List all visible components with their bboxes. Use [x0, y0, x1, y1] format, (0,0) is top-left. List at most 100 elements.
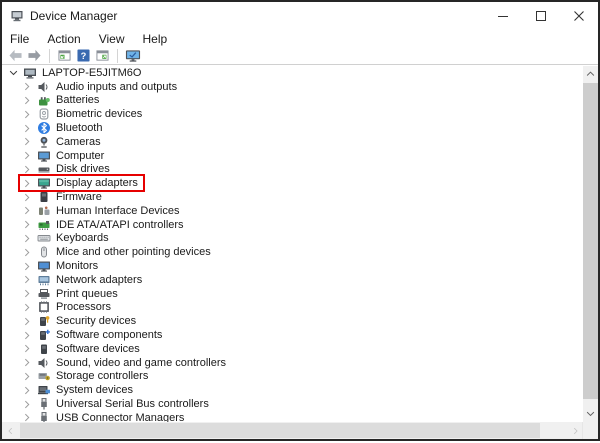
menu-help[interactable]: Help — [134, 32, 177, 46]
tree-item[interactable]: Processors — [2, 301, 583, 315]
properties-button[interactable] — [93, 48, 112, 64]
show-console-tree-button[interactable] — [55, 48, 74, 64]
tree-item[interactable]: Keyboards — [2, 232, 583, 246]
tree-item-label: Sound, video and game controllers — [56, 357, 226, 369]
chevron-right-icon[interactable] — [22, 110, 32, 119]
chevron-right-icon[interactable] — [22, 372, 32, 381]
tree-item[interactable]: Display adapters — [2, 176, 583, 190]
chevron-right-icon[interactable] — [22, 248, 32, 257]
tree-item[interactable]: Storage controllers — [2, 370, 583, 384]
menu-action[interactable]: Action — [38, 32, 89, 46]
tree-item-content[interactable]: Universal Serial Bus controllers — [20, 397, 214, 411]
tree-item[interactable]: Computer — [2, 149, 583, 163]
chevron-right-icon[interactable] — [22, 413, 32, 422]
chevron-right-icon[interactable] — [22, 303, 32, 312]
tree-item[interactable]: Sound, video and game controllers — [2, 356, 583, 370]
tree-item-content[interactable]: Software devices — [20, 342, 145, 356]
tree-item-content[interactable]: Sound, video and game controllers — [20, 356, 231, 370]
chevron-right-icon[interactable] — [22, 317, 32, 326]
tree-item[interactable]: Biometric devices — [2, 107, 583, 121]
tree-item[interactable]: Software devices — [2, 342, 583, 356]
tree-item-content[interactable]: Software components — [20, 328, 167, 342]
tree-item[interactable]: Print queues — [2, 287, 583, 301]
maximize-button[interactable] — [522, 2, 560, 30]
tree-item[interactable]: Universal Serial Bus controllers — [2, 397, 583, 411]
chevron-right-icon[interactable] — [22, 124, 32, 133]
tree-item-content[interactable]: Storage controllers — [20, 370, 153, 384]
tree-item[interactable]: Cameras — [2, 135, 583, 149]
tree-item[interactable]: LAPTOP-E5JITM6O — [2, 66, 583, 80]
chevron-right-icon[interactable] — [22, 262, 32, 271]
chevron-right-icon[interactable] — [22, 386, 32, 395]
tree-item-content[interactable]: LAPTOP-E5JITM6O — [6, 66, 146, 80]
chevron-right-icon[interactable] — [22, 151, 32, 160]
vertical-scrollbar[interactable] — [583, 66, 598, 422]
menu-file[interactable]: File — [2, 32, 38, 46]
chevron-right-icon[interactable] — [22, 82, 32, 91]
tree-item-content[interactable]: System devices — [20, 383, 138, 397]
horizontal-scrollbar-thumb[interactable] — [20, 423, 540, 438]
chevron-right-icon[interactable] — [22, 289, 32, 298]
tree-item[interactable]: Firmware — [2, 190, 583, 204]
tree-item[interactable]: Network adapters — [2, 273, 583, 287]
chevron-right-icon[interactable] — [22, 234, 32, 243]
tree-item[interactable]: Human Interface Devices — [2, 204, 583, 218]
tree-item-content[interactable]: Computer — [20, 149, 109, 163]
tree-item[interactable]: Bluetooth — [2, 121, 583, 135]
chevron-right-icon[interactable] — [22, 206, 32, 215]
horizontal-scrollbar[interactable] — [2, 422, 598, 439]
tree-item-content[interactable]: Human Interface Devices — [20, 204, 185, 218]
back-button[interactable] — [6, 48, 25, 64]
vertical-scrollbar-thumb[interactable] — [583, 83, 598, 399]
scroll-right-button[interactable] — [567, 422, 583, 439]
chevron-right-icon[interactable] — [22, 165, 32, 174]
tree-item[interactable]: System devices — [2, 383, 583, 397]
tree-item[interactable]: Audio inputs and outputs — [2, 80, 583, 94]
tree-item-content[interactable]: Cameras — [20, 135, 106, 149]
tree-item-content[interactable]: Processors — [20, 301, 116, 315]
tree-item[interactable]: Monitors — [2, 259, 583, 273]
tree-item-content[interactable]: Monitors — [20, 259, 103, 273]
help-button[interactable]: ? — [74, 48, 93, 64]
tree-item-content[interactable]: Mice and other pointing devices — [20, 245, 216, 259]
tree-item[interactable]: USB Connector Managers — [2, 411, 583, 422]
tree-item[interactable]: Mice and other pointing devices — [2, 245, 583, 259]
chevron-right-icon[interactable] — [22, 220, 32, 229]
forward-button[interactable] — [25, 48, 44, 64]
close-button[interactable] — [560, 2, 598, 30]
chevron-right-icon[interactable] — [22, 193, 32, 202]
tree-item-content[interactable]: Bluetooth — [20, 121, 107, 135]
tree-item-content[interactable]: Disk drives — [20, 163, 115, 177]
tree-item-content[interactable]: Print queues — [20, 287, 123, 301]
tree-item-content[interactable]: Display adapters — [20, 176, 143, 190]
chevron-right-icon[interactable] — [22, 137, 32, 146]
tree-item-content[interactable]: Audio inputs and outputs — [20, 80, 182, 94]
tree-item[interactable]: IDE ATA/ATAPI controllers — [2, 218, 583, 232]
tree-item-content[interactable]: IDE ATA/ATAPI controllers — [20, 218, 189, 232]
tree-item-content[interactable]: Firmware — [20, 190, 107, 204]
chevron-down-icon[interactable] — [8, 70, 18, 76]
tree-item[interactable]: Disk drives — [2, 163, 583, 177]
chevron-right-icon[interactable] — [22, 275, 32, 284]
scroll-down-button[interactable] — [583, 406, 598, 422]
chevron-right-icon[interactable] — [22, 400, 32, 409]
tree-item-content[interactable]: USB Connector Managers — [20, 411, 189, 422]
tree-item[interactable]: Batteries — [2, 94, 583, 108]
tree-item-content[interactable]: Batteries — [20, 94, 104, 108]
scan-hardware-changes-button[interactable] — [123, 48, 142, 64]
scroll-up-button[interactable] — [583, 66, 598, 82]
chevron-right-icon[interactable] — [22, 96, 32, 105]
tree-item-content[interactable]: Security devices — [20, 314, 141, 328]
tree-item-content[interactable]: Keyboards — [20, 232, 114, 246]
tree-item[interactable]: Security devices — [2, 314, 583, 328]
chevron-right-icon[interactable] — [22, 358, 32, 367]
tree-item[interactable]: Software components — [2, 328, 583, 342]
menu-view[interactable]: View — [90, 32, 134, 46]
chevron-right-icon[interactable] — [22, 344, 32, 353]
minimize-button[interactable] — [484, 2, 522, 30]
tree-item-content[interactable]: Network adapters — [20, 273, 147, 287]
chevron-right-icon[interactable] — [22, 331, 32, 340]
chevron-right-icon[interactable] — [22, 179, 32, 188]
scroll-left-button[interactable] — [2, 422, 18, 439]
tree-item-content[interactable]: Biometric devices — [20, 107, 147, 121]
